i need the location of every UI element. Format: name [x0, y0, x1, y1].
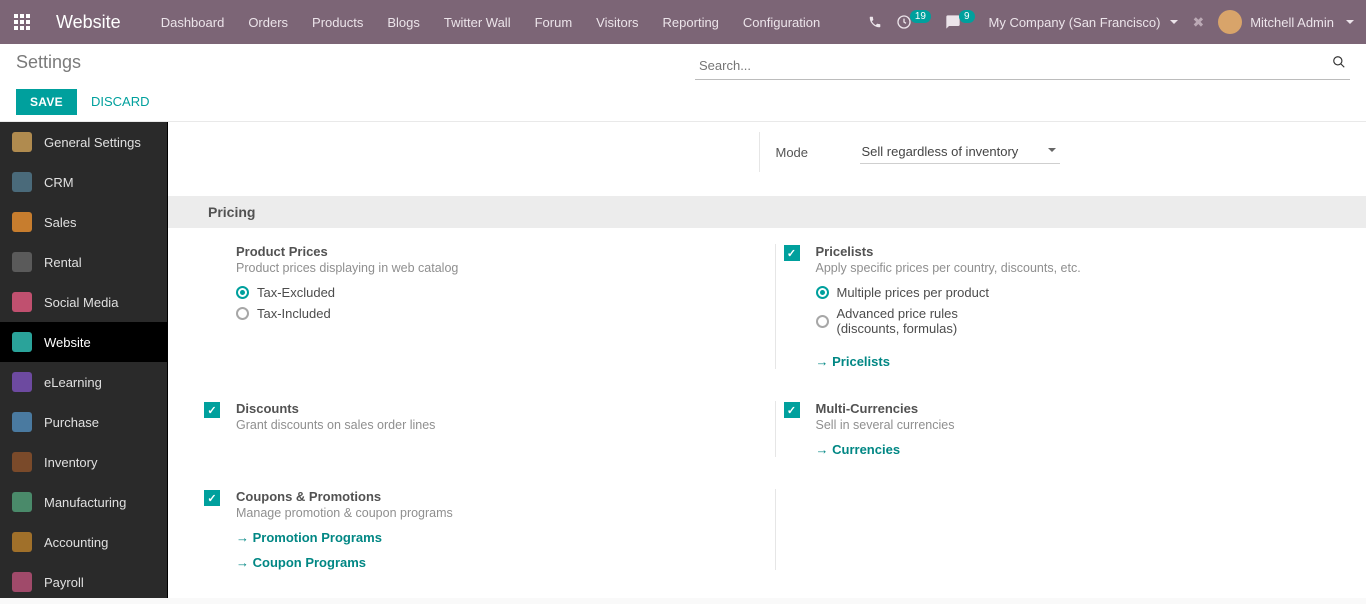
menu-dashboard[interactable]: Dashboard — [149, 0, 237, 44]
apps-icon[interactable] — [0, 0, 44, 44]
sidebar-item-label: CRM — [44, 175, 74, 190]
radio-dot-icon — [816, 315, 829, 328]
radio-advanced-rules[interactable]: Advanced price rules (discounts, formula… — [816, 306, 1331, 336]
menu-reporting[interactable]: Reporting — [651, 0, 731, 44]
product-prices-sub: Product prices displaying in web catalog — [236, 261, 751, 275]
sidebar-item-general-settings[interactable]: General Settings — [0, 122, 167, 162]
checkbox-pricelists[interactable] — [784, 245, 800, 261]
sidebar-app-icon — [12, 412, 32, 432]
discounts-sub: Grant discounts on sales order lines — [236, 418, 751, 432]
sidebar-app-icon — [12, 572, 32, 592]
sidebar-item-payroll[interactable]: Payroll — [0, 562, 167, 598]
settings-sidebar: General Settings CRM Sales Rental Social Med… — [0, 122, 168, 598]
settings-content[interactable]: Mode Sell regardless of inventory Pricin… — [168, 122, 1366, 598]
menu-twitter-wall[interactable]: Twitter Wall — [432, 0, 523, 44]
navbar: Website Dashboard Orders Products Blogs … — [0, 0, 1366, 44]
checkbox-discounts[interactable] — [204, 402, 220, 418]
search-input[interactable] — [695, 52, 1350, 80]
link-currencies[interactable]: Currencies — [816, 442, 901, 457]
sidebar-app-icon — [12, 372, 32, 392]
sidebar-item-crm[interactable]: CRM — [0, 162, 167, 202]
save-button[interactable]: SAVE — [16, 89, 77, 115]
radio-dot-icon — [816, 286, 829, 299]
pricelists-title: Pricelists — [816, 244, 1331, 259]
sidebar-app-icon — [12, 252, 32, 272]
activity-icon[interactable]: 19 — [896, 14, 931, 30]
multi-currencies-sub: Sell in several currencies — [816, 418, 1331, 432]
phone-icon[interactable] — [868, 15, 882, 29]
checkbox-coupons[interactable] — [204, 490, 220, 506]
multi-currencies-title: Multi-Currencies — [816, 401, 1331, 416]
sidebar-item-label: Social Media — [44, 295, 118, 310]
sidebar-app-icon — [12, 292, 32, 312]
radio-tax-included[interactable]: Tax-Included — [236, 306, 751, 321]
sidebar-item-label: Accounting — [44, 535, 108, 550]
user-menu[interactable]: Mitchell Admin — [1218, 10, 1354, 34]
discounts-title: Discounts — [236, 401, 751, 416]
sidebar-item-rental[interactable]: Rental — [0, 242, 167, 282]
sidebar-item-manufacturing[interactable]: Manufacturing — [0, 482, 167, 522]
sidebar-app-icon — [12, 132, 32, 152]
control-panel: Settings SAVE DISCARD — [0, 44, 1366, 122]
sidebar-app-icon — [12, 532, 32, 552]
checkbox-multi-currencies[interactable] — [784, 402, 800, 418]
section-pricing-header: Pricing — [168, 196, 1366, 228]
pricelists-sub: Apply specific prices per country, disco… — [816, 261, 1331, 275]
mode-select[interactable]: Sell regardless of inventory — [860, 140, 1060, 164]
brand-title[interactable]: Website — [44, 12, 149, 33]
sidebar-item-label: Manufacturing — [44, 495, 126, 510]
menu-forum[interactable]: Forum — [523, 0, 585, 44]
sidebar-item-label: Website — [44, 335, 91, 350]
user-name: Mitchell Admin — [1250, 15, 1334, 30]
radio-dot-icon — [236, 286, 249, 299]
sidebar-app-icon — [12, 332, 32, 352]
menu-products[interactable]: Products — [300, 0, 375, 44]
sidebar-item-label: eLearning — [44, 375, 102, 390]
activity-badge: 19 — [910, 10, 931, 23]
sidebar-item-label: Sales — [44, 215, 77, 230]
sidebar-item-label: Inventory — [44, 455, 97, 470]
sidebar-item-elearning[interactable]: eLearning — [0, 362, 167, 402]
discard-button[interactable]: DISCARD — [81, 88, 160, 115]
sidebar-item-website[interactable]: Website — [0, 322, 167, 362]
menu-blogs[interactable]: Blogs — [375, 0, 432, 44]
sidebar-item-sales[interactable]: Sales — [0, 202, 167, 242]
sidebar-item-label: Purchase — [44, 415, 99, 430]
sidebar-item-accounting[interactable]: Accounting — [0, 522, 167, 562]
menu-orders[interactable]: Orders — [236, 0, 300, 44]
menu-visitors[interactable]: Visitors — [584, 0, 650, 44]
menu-configuration[interactable]: Configuration — [731, 0, 832, 44]
sidebar-item-label: General Settings — [44, 135, 141, 150]
link-coupon-programs[interactable]: Coupon Programs — [236, 555, 366, 570]
breadcrumb: Settings — [16, 52, 671, 80]
debug-close-icon[interactable]: ✖ — [1192, 14, 1204, 31]
avatar — [1218, 10, 1242, 34]
messaging-badge: 9 — [959, 10, 975, 23]
search-icon[interactable] — [1332, 55, 1346, 69]
product-prices-title: Product Prices — [236, 244, 751, 259]
coupons-title: Coupons & Promotions — [236, 489, 751, 504]
link-pricelists[interactable]: Pricelists — [816, 354, 890, 369]
sidebar-item-inventory[interactable]: Inventory — [0, 442, 167, 482]
radio-multiple-prices[interactable]: Multiple prices per product — [816, 285, 1331, 300]
sidebar-item-social-media[interactable]: Social Media — [0, 282, 167, 322]
sidebar-app-icon — [12, 212, 32, 232]
sidebar-app-icon — [12, 492, 32, 512]
messaging-icon[interactable]: 9 — [945, 14, 975, 30]
search-box — [695, 52, 1350, 80]
systray: 19 9 My Company (San Francisco) ✖ Mitche… — [868, 10, 1358, 34]
main-menu: Dashboard Orders Products Blogs Twitter … — [149, 0, 833, 44]
radio-tax-excluded[interactable]: Tax-Excluded — [236, 285, 751, 300]
company-switcher[interactable]: My Company (San Francisco) — [989, 15, 1179, 30]
mode-label: Mode — [776, 145, 860, 160]
sidebar-app-icon — [12, 452, 32, 472]
radio-dot-icon — [236, 307, 249, 320]
link-promotion-programs[interactable]: Promotion Programs — [236, 530, 382, 545]
sidebar-item-label: Payroll — [44, 575, 84, 590]
sidebar-app-icon — [12, 172, 32, 192]
coupons-sub: Manage promotion & coupon programs — [236, 506, 751, 520]
sidebar-item-label: Rental — [44, 255, 82, 270]
sidebar-item-purchase[interactable]: Purchase — [0, 402, 167, 442]
